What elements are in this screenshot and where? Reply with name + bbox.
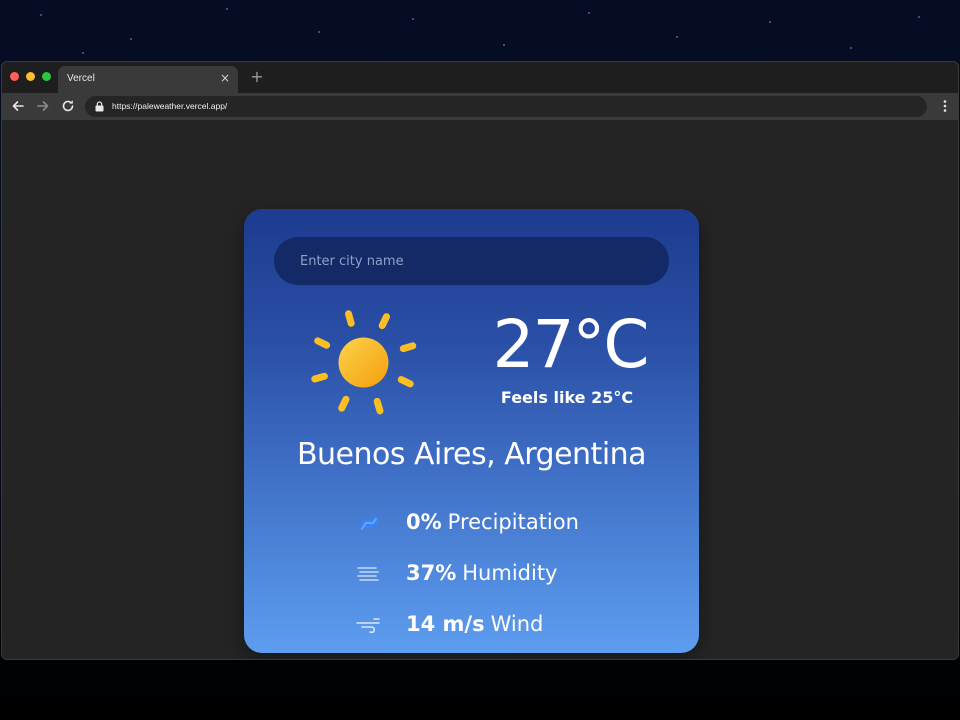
browser-toolbar: https://paleweather.vercel.app/ bbox=[2, 93, 958, 120]
browser-menu-icon[interactable] bbox=[942, 99, 948, 113]
star bbox=[588, 12, 590, 14]
city-search-input[interactable] bbox=[274, 237, 669, 285]
precipitation-label: Precipitation bbox=[447, 510, 579, 534]
maximize-window-button[interactable] bbox=[42, 72, 51, 81]
sun-icon bbox=[311, 310, 417, 415]
precipitation-row: 0% Precipitation bbox=[354, 505, 654, 539]
location-name: Buenos Aires, Argentina bbox=[296, 437, 647, 472]
humidity-row: 37% Humidity bbox=[354, 556, 654, 590]
star bbox=[130, 38, 132, 40]
star bbox=[769, 21, 771, 23]
star bbox=[318, 31, 320, 33]
url-text: https://paleweather.vercel.app/ bbox=[112, 101, 228, 111]
minimize-window-button[interactable] bbox=[26, 72, 35, 81]
address-bar[interactable]: https://paleweather.vercel.app/ bbox=[85, 96, 927, 117]
wind-text: 14 m/s Wind bbox=[406, 612, 543, 636]
tab-title: Vercel bbox=[67, 73, 95, 84]
wind-value: 14 m/s bbox=[406, 612, 485, 636]
wind-label: Wind bbox=[490, 612, 544, 636]
humidity-value: 37% bbox=[406, 561, 457, 585]
forward-arrow-icon[interactable] bbox=[35, 98, 51, 114]
humidity-label: Humidity bbox=[462, 561, 558, 585]
page-viewport: 27°C Feels like 25°C Buenos Aires, Argen… bbox=[2, 120, 958, 659]
close-window-button[interactable] bbox=[10, 72, 19, 81]
star bbox=[226, 8, 228, 10]
star bbox=[503, 44, 505, 46]
star bbox=[676, 36, 678, 38]
humidity-text: 37% Humidity bbox=[406, 561, 557, 585]
weather-card: 27°C Feels like 25°C Buenos Aires, Argen… bbox=[244, 209, 699, 653]
precipitation-text: 0% Precipitation bbox=[406, 510, 579, 534]
tab-close-icon[interactable]: × bbox=[218, 71, 232, 85]
star bbox=[412, 18, 414, 20]
current-temperature: 27°C bbox=[492, 306, 649, 383]
lock-icon bbox=[95, 101, 104, 112]
back-arrow-icon[interactable] bbox=[10, 98, 26, 114]
humidity-icon bbox=[357, 567, 379, 581]
star bbox=[40, 14, 42, 16]
wind-icon bbox=[356, 618, 380, 634]
browser-window: Vercel × + https://paleweather.vercel.ap… bbox=[1, 61, 959, 660]
precipitation-value: 0% bbox=[406, 510, 442, 534]
star bbox=[918, 16, 920, 18]
wind-row: 14 m/s Wind bbox=[354, 607, 654, 641]
feels-like-temperature: Feels like 25°C bbox=[500, 388, 634, 407]
star bbox=[82, 52, 84, 54]
star bbox=[850, 47, 852, 49]
precipitation-icon bbox=[359, 514, 379, 530]
tab-strip: Vercel × + bbox=[2, 62, 958, 93]
reload-icon[interactable] bbox=[60, 98, 76, 114]
tab-vercel[interactable]: Vercel × bbox=[58, 66, 238, 93]
new-tab-icon[interactable]: + bbox=[249, 68, 265, 86]
